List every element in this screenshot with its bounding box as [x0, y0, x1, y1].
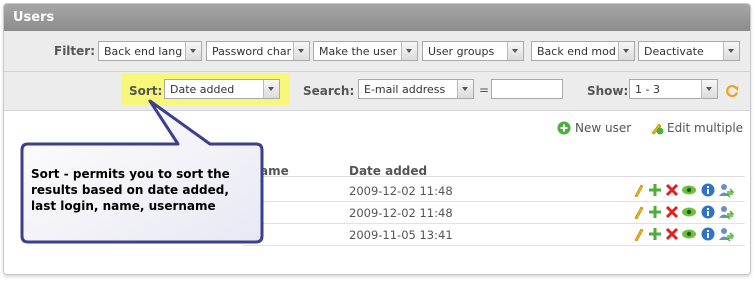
annotation-callout [20, 99, 264, 244]
annotation-text: Sort - permits you to sort the results b… [31, 167, 230, 213]
